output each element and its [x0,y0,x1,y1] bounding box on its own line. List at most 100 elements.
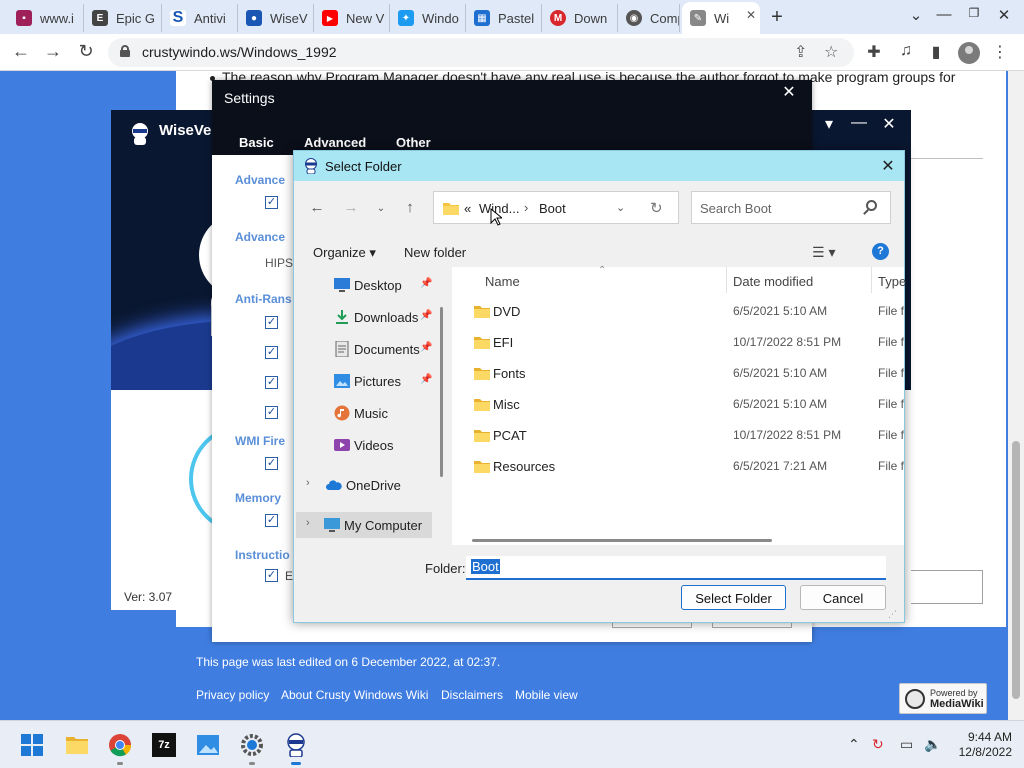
show-hidden-icons-chevron[interactable]: ⌃ [848,736,860,753]
browser-tab-9[interactable]: ◉ Comp [618,4,680,32]
close-tab-icon[interactable]: ✕ [746,8,756,22]
profile-avatar[interactable] [958,42,980,64]
checkbox-checked[interactable]: ✓ [265,457,278,470]
nav-item-desktop[interactable]: Desktop 📌 [296,272,436,298]
volume-icon[interactable]: 🔈 [924,736,941,753]
browser-tab-8[interactable]: M Down [542,4,618,32]
forward-button[interactable]: → [42,41,64,62]
dialog-close-icon[interactable]: ✕ [878,156,898,176]
up-arrow-icon[interactable]: ↑ [399,199,421,216]
checkbox-checked[interactable]: ✓ [265,316,278,329]
back-arrow-icon[interactable]: ← [306,199,328,216]
folder-row[interactable]: Misc 6/5/2021 5:10 AM File fo [452,389,904,420]
column-header-name[interactable]: Name [485,274,520,289]
column-divider[interactable] [871,267,872,293]
page-scrollbar[interactable] [1008,71,1024,720]
tab-advanced[interactable]: Advanced [304,135,366,150]
photos-icon[interactable] [196,733,220,757]
wisevector-taskbar-icon[interactable] [284,733,308,757]
file-list-horizontal-scrollbar[interactable] [472,539,772,542]
checkbox-checked[interactable]: ✓ [265,569,278,582]
system-clock[interactable]: 9:44 AM 12/8/2022 [950,730,1012,760]
nav-item-music[interactable]: Music [296,400,436,426]
folder-row[interactable]: Resources 6/5/2021 7:21 AM File fo [452,451,904,482]
browser-tab-3[interactable]: S Antivi [162,4,238,32]
chevron-right-icon[interactable]: › [306,477,310,489]
scrollbar-thumb[interactable] [1012,441,1020,699]
cancel-button[interactable]: Cancel [800,585,886,610]
view-options-icon[interactable]: ☰ ▾ [812,244,835,261]
settings-close-icon[interactable]: ✕ [778,82,800,102]
address-bar[interactable]: crustywindo.ws/Windows_1992 ⇪ ☆ [108,38,854,67]
new-folder-button[interactable]: New folder [404,245,466,260]
folder-name-input[interactable]: Boot [466,556,886,580]
breadcrumb-overflow[interactable]: « [464,201,471,216]
checkbox-checked[interactable]: ✓ [265,406,278,419]
checkbox-checked[interactable]: ✓ [265,196,278,209]
network-icon[interactable]: ▭ [900,736,913,753]
checkbox-checked[interactable]: ✓ [265,376,278,389]
7zip-icon[interactable]: 7z [152,733,176,757]
browser-tab-5[interactable]: ▶ New V [314,4,390,32]
chevron-down-icon[interactable]: ⌄ [906,6,926,24]
browser-tab-7[interactable]: ▦ Pastel [466,4,542,32]
column-header-type[interactable]: Type [878,274,906,289]
chevron-down-icon[interactable]: ⌄ [616,201,625,214]
nav-item-videos[interactable]: Videos [296,432,436,458]
minimize-icon[interactable]: — [934,6,954,23]
refresh-icon[interactable]: ↻ [650,199,663,217]
security-tray-icon[interactable]: ↻ [872,736,884,753]
nav-item-onedrive[interactable]: › OneDrive [296,472,436,498]
browser-tab-2[interactable]: E Epic G [84,4,162,32]
search-box[interactable]: Search Boot [691,191,891,224]
restore-icon[interactable]: ❐ [964,6,984,20]
back-button[interactable]: ← [10,41,32,62]
star-icon[interactable]: ☆ [824,42,838,62]
close-window-icon[interactable]: ✕ [994,6,1014,24]
nav-item-downloads[interactable]: Downloads 📌 [296,304,436,330]
powered-by-mediawiki-badge[interactable]: Powered by MediaWiki [899,683,987,714]
menu-icon[interactable]: ⋮ [990,42,1010,62]
organize-menu[interactable]: Organize ▾ [313,245,376,261]
tab-basic[interactable]: Basic [239,135,274,150]
wisevector-minimize-icon[interactable]: — [849,114,869,132]
browser-tab-6[interactable]: ✦ Windo [390,4,466,32]
reload-button[interactable]: ↻ [75,41,97,62]
chrome-icon[interactable] [108,733,132,757]
settings-gear-icon[interactable] [240,733,264,757]
browser-tab-active[interactable]: ✎ Wi ✕ [682,2,760,34]
column-divider[interactable] [726,267,727,293]
nav-item-documents[interactable]: Documents 📌 [296,336,436,362]
address-breadcrumb[interactable]: « Wind... › Boot ⌄ ↻ [433,191,679,224]
side-panel-icon[interactable]: ▮ [926,42,946,62]
folder-row[interactable]: Fonts 6/5/2021 5:10 AM File fo [452,358,904,389]
nav-item-pictures[interactable]: Pictures 📌 [296,368,436,394]
select-folder-button[interactable]: Select Folder [681,585,786,610]
forward-arrow-icon[interactable]: → [340,199,362,216]
new-tab-button[interactable]: + [766,6,788,29]
resize-grip-icon[interactable]: ⋰ [888,609,897,620]
footer-link-about[interactable]: About Crusty Windows Wiki [281,688,428,702]
media-control-icon[interactable]: ♫ [896,42,916,60]
wisevector-close-icon[interactable]: ✕ [879,114,899,134]
footer-link-disclaimers[interactable]: Disclaimers [441,688,503,702]
breadcrumb-boot[interactable]: Boot [539,201,566,216]
footer-link-mobile[interactable]: Mobile view [515,688,578,702]
help-icon[interactable]: ? [872,243,889,260]
folder-row[interactable]: PCAT 10/17/2022 8:51 PM File fo [452,420,904,451]
checkbox-checked[interactable]: ✓ [265,346,278,359]
chevron-right-icon[interactable]: › [306,517,310,529]
tab-other[interactable]: Other [396,135,431,150]
nav-item-my-computer[interactable]: › My Computer [296,512,432,538]
recent-locations-icon[interactable]: ⌄ [370,203,392,214]
column-header-date[interactable]: Date modified [733,274,813,289]
wisevector-menu-icon[interactable]: ▾ [819,114,839,134]
folder-row[interactable]: DVD 6/5/2021 5:10 AM File fo [452,296,904,327]
browser-tab-4[interactable]: ● WiseV [238,4,314,32]
share-icon[interactable]: ⇪ [794,42,807,62]
checkbox-checked[interactable]: ✓ [265,514,278,527]
file-explorer-icon[interactable] [65,733,89,757]
footer-link-privacy[interactable]: Privacy policy [196,688,269,702]
browser-tab-1[interactable]: ▪ www.i [8,4,84,32]
start-icon[interactable] [20,733,44,757]
